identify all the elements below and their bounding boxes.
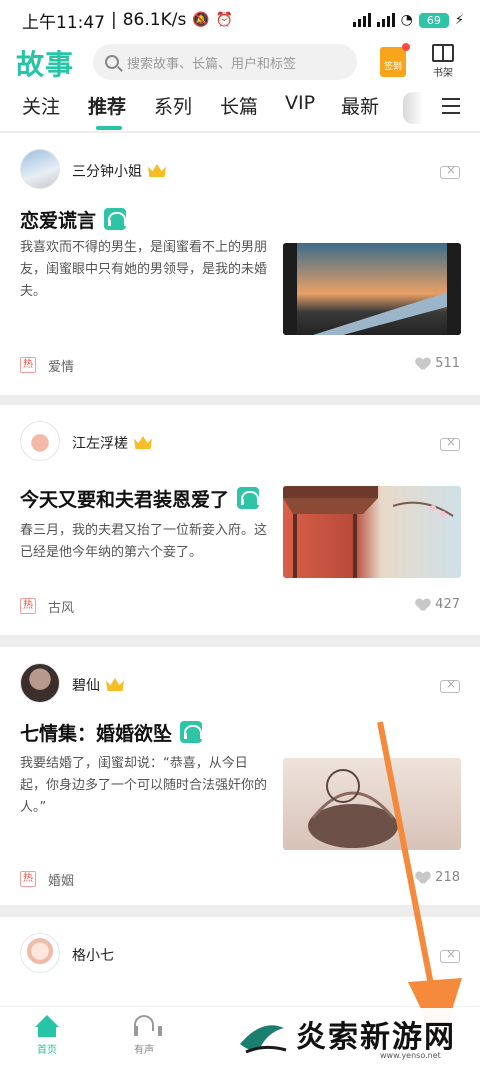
headphone-icon xyxy=(237,487,262,509)
story-title[interactable]: 七情集：婚婚欲坠 xyxy=(20,719,205,746)
like-count[interactable]: 511 xyxy=(416,356,460,371)
signal-icon xyxy=(352,13,371,27)
nav-audio-label: 有声 xyxy=(134,1045,154,1056)
hot-badge-icon: 热 xyxy=(20,871,36,887)
network-speed: 86.1K/s xyxy=(122,10,187,30)
story-card[interactable]: 格小七 xyxy=(0,917,480,1006)
notification-dot xyxy=(402,43,410,51)
cover-image xyxy=(283,486,454,578)
like-count[interactable]: 218 xyxy=(416,870,460,885)
headphone-icon xyxy=(132,1015,162,1037)
wifi-icon: ◔ xyxy=(400,12,413,28)
alarm-icon: ⏰ xyxy=(215,12,234,28)
watermark-url: www.yenso.net xyxy=(380,1051,441,1060)
heart-icon xyxy=(416,358,430,370)
category-tabs: 关注 推荐 系列 长篇 VIP 最新 xyxy=(0,88,480,132)
story-card[interactable]: 三分钟小姐 恋爱谎言 我喜欢而不得的男生，是闺蜜看不上的男朋友，闺蜜眼中只有她的… xyxy=(0,133,480,395)
story-summary: 我喜欢而不得的男生，是闺蜜看不上的男朋友，闺蜜眼中只有她的男领导，是我的未婚夫。 xyxy=(20,240,268,299)
menu-icon[interactable] xyxy=(442,98,460,114)
watermark-text: 炎索新游网 xyxy=(296,1020,456,1055)
signin-label: 签到 xyxy=(383,62,402,72)
cover-image xyxy=(308,769,398,848)
story-tag[interactable]: 爱情 xyxy=(48,356,74,375)
top-bar: 故事 搜索故事、长篇、用户和标签 签到 书架 xyxy=(0,40,480,88)
story-cover[interactable] xyxy=(283,758,461,850)
nav-home[interactable]: 首页 xyxy=(22,1015,72,1056)
like-count[interactable]: 427 xyxy=(416,597,460,612)
home-icon xyxy=(35,1015,59,1037)
crown-icon xyxy=(106,678,124,691)
status-bar: 上午11:47 | 86.1K/s 🔕 ⏰ ◔ 69 ⚡ xyxy=(0,0,480,40)
tab-following[interactable]: 关注 xyxy=(22,92,60,119)
avatar[interactable] xyxy=(20,933,60,973)
search-placeholder: 搜索故事、长篇、用户和标签 xyxy=(127,56,297,72)
nav-audio[interactable]: 有声 xyxy=(119,1015,169,1056)
author-name[interactable]: 三分钟小姐 xyxy=(72,164,142,180)
charging-icon: ⚡ xyxy=(454,12,464,28)
tab-overflow-fade xyxy=(403,92,423,124)
heart-icon xyxy=(416,599,430,611)
author-name[interactable]: 格小七 xyxy=(72,948,114,964)
story-title[interactable]: 今天又要和夫君装恩爱了 xyxy=(20,485,262,512)
tab-series[interactable]: 系列 xyxy=(154,92,192,119)
battery-icon: 69 xyxy=(418,12,449,28)
hot-badge-icon: 热 xyxy=(20,598,36,614)
status-time: 上午11:47 xyxy=(22,12,105,33)
signin-button[interactable]: 签到 xyxy=(380,43,410,77)
headphone-icon xyxy=(180,721,205,743)
active-tab-indicator xyxy=(96,126,122,130)
avatar[interactable] xyxy=(20,663,60,703)
bookshelf-label: 书架 xyxy=(433,68,453,79)
dislike-icon[interactable] xyxy=(440,435,460,451)
story-card[interactable]: 碧仙 七情集：婚婚欲坠 我要结婚了，闺蜜却说：“恭喜，从今日起，你身边多了一个可… xyxy=(0,647,480,905)
signal-icon-2 xyxy=(376,13,395,27)
author-row[interactable]: 碧仙 xyxy=(72,675,124,695)
story-title[interactable]: 恋爱谎言 xyxy=(20,206,129,233)
author-name[interactable]: 碧仙 xyxy=(72,678,100,694)
like-count-value: 511 xyxy=(435,356,460,371)
avatar[interactable] xyxy=(20,421,60,461)
tab-latest[interactable]: 最新 xyxy=(341,92,379,119)
story-tag[interactable]: 婚姻 xyxy=(48,870,74,889)
author-row[interactable]: 江左浮槎 xyxy=(72,433,152,453)
search-icon xyxy=(105,55,119,69)
tab-long[interactable]: 长篇 xyxy=(220,92,258,119)
search-input[interactable]: 搜索故事、长篇、用户和标签 xyxy=(93,44,357,80)
hot-badge-icon: 热 xyxy=(20,357,36,373)
bookshelf-button[interactable]: 书架 xyxy=(426,44,460,79)
author-name[interactable]: 江左浮槎 xyxy=(72,436,128,452)
story-tag[interactable]: 古风 xyxy=(48,597,74,616)
crown-icon xyxy=(134,436,152,449)
book-icon xyxy=(432,44,454,62)
tab-recommended[interactable]: 推荐 xyxy=(88,92,126,119)
mute-icon: 🔕 xyxy=(192,12,210,28)
author-row[interactable]: 三分钟小姐 xyxy=(72,161,166,181)
story-title-text: 今天又要和夫君装恩爱了 xyxy=(20,489,230,511)
author-row[interactable]: 格小七 xyxy=(72,945,114,965)
story-title-text: 七情集：婚婚欲坠 xyxy=(20,723,173,745)
crown-icon xyxy=(148,164,166,177)
like-count-value: 427 xyxy=(435,597,460,612)
headphone-icon xyxy=(104,208,129,230)
dislike-icon[interactable] xyxy=(440,677,460,693)
app-logo: 故事 xyxy=(16,48,75,81)
story-cover[interactable] xyxy=(283,486,461,578)
avatar[interactable] xyxy=(20,149,60,189)
story-title-text: 恋爱谎言 xyxy=(20,210,97,232)
like-count-value: 218 xyxy=(435,870,460,885)
watermark-logo xyxy=(240,1025,287,1054)
dislike-icon[interactable] xyxy=(440,947,460,963)
tab-vip[interactable]: VIP xyxy=(285,92,315,114)
cover-image xyxy=(283,243,461,335)
story-summary: 春三月，我的夫君又抬了一位新妾入府。这已经是他今年纳的第六个妾了。 xyxy=(20,523,268,560)
battery-level: 69 xyxy=(426,13,441,27)
story-card[interactable]: 江左浮槎 今天又要和夫君装恩爱了 春三月，我的夫君又抬了一位新妾入府。这已经是他… xyxy=(0,405,480,635)
story-cover[interactable] xyxy=(283,243,461,335)
watermark: 炎索新游网 www.yenso.net xyxy=(230,1008,480,1067)
heart-icon xyxy=(416,872,430,884)
nav-home-label: 首页 xyxy=(37,1045,57,1056)
dislike-icon[interactable] xyxy=(440,163,460,179)
story-summary: 我要结婚了，闺蜜却说：“恭喜，从今日起，你身边多了一个可以随时合法强奸你的人。” xyxy=(20,756,268,815)
